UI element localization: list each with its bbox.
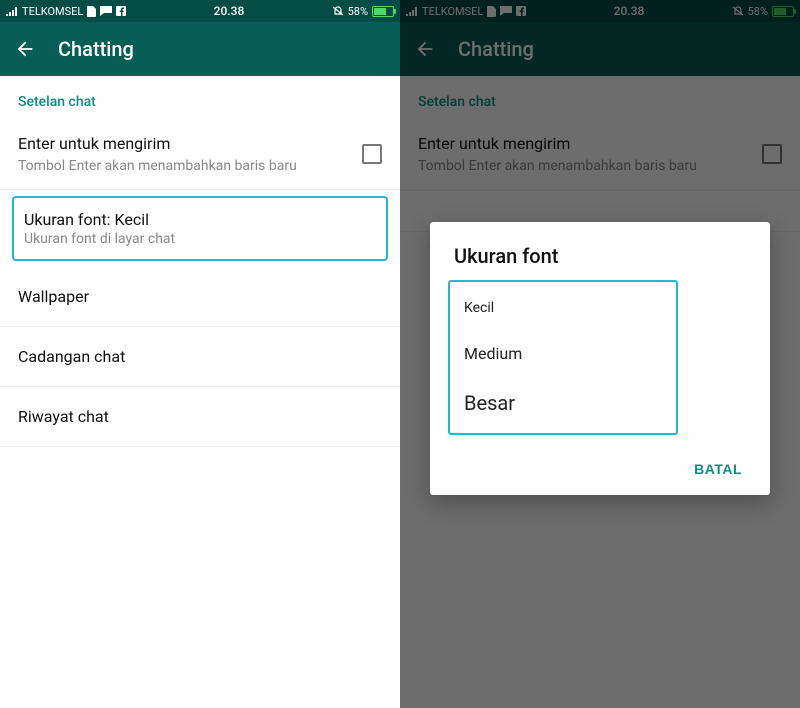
cancel-button[interactable]: BATAL: [684, 453, 752, 485]
font-options: Kecil Medium Besar: [448, 280, 678, 435]
row-font-size[interactable]: Ukuran font: Kecil Ukuran font di layar …: [12, 196, 388, 261]
option-medium[interactable]: Medium: [450, 330, 676, 377]
row-title: Enter untuk mengirim: [18, 134, 350, 155]
silent-icon: [332, 5, 344, 17]
checkbox-enter-to-send[interactable]: [362, 144, 382, 164]
screen-settings: TELKOMSEL 20.38 58% Chatting Setelan: [0, 0, 400, 708]
settings-list: Setelan chat Enter untuk mengirim Tombol…: [0, 76, 400, 708]
option-large[interactable]: Besar: [450, 377, 676, 429]
status-time: 20.38: [214, 4, 245, 18]
app-bar: Chatting: [0, 22, 400, 76]
row-subtitle: Ukuran font di layar chat: [24, 231, 376, 247]
facebook-icon: [116, 6, 126, 16]
row-backup[interactable]: Cadangan chat: [0, 327, 400, 387]
row-subtitle: Tombol Enter akan menambahkan baris baru: [18, 157, 350, 175]
option-small[interactable]: Kecil: [450, 286, 676, 330]
row-title: Ukuran font: Kecil: [24, 210, 376, 229]
carrier-label: TELKOMSEL: [22, 5, 83, 18]
dialog-title: Ukuran font: [454, 244, 752, 268]
signal-icon: [6, 6, 18, 16]
status-bar: TELKOMSEL 20.38 58%: [0, 0, 400, 22]
font-size-dialog: Ukuran font Kecil Medium Besar BATAL: [430, 222, 770, 495]
row-enter-to-send[interactable]: Enter untuk mengirim Tombol Enter akan m…: [0, 120, 400, 190]
battery-pct: 58%: [348, 5, 368, 18]
back-icon[interactable]: [14, 38, 36, 60]
message-icon: [100, 6, 112, 16]
sim-icon: [87, 6, 96, 17]
battery-icon: [372, 6, 394, 17]
page-title: Chatting: [58, 37, 134, 61]
row-history[interactable]: Riwayat chat: [0, 387, 400, 447]
section-header: Setelan chat: [0, 76, 400, 120]
screen-font-dialog: TELKOMSEL 20.38 58% Chatting Setelan: [400, 0, 800, 708]
row-wallpaper[interactable]: Wallpaper: [0, 267, 400, 327]
